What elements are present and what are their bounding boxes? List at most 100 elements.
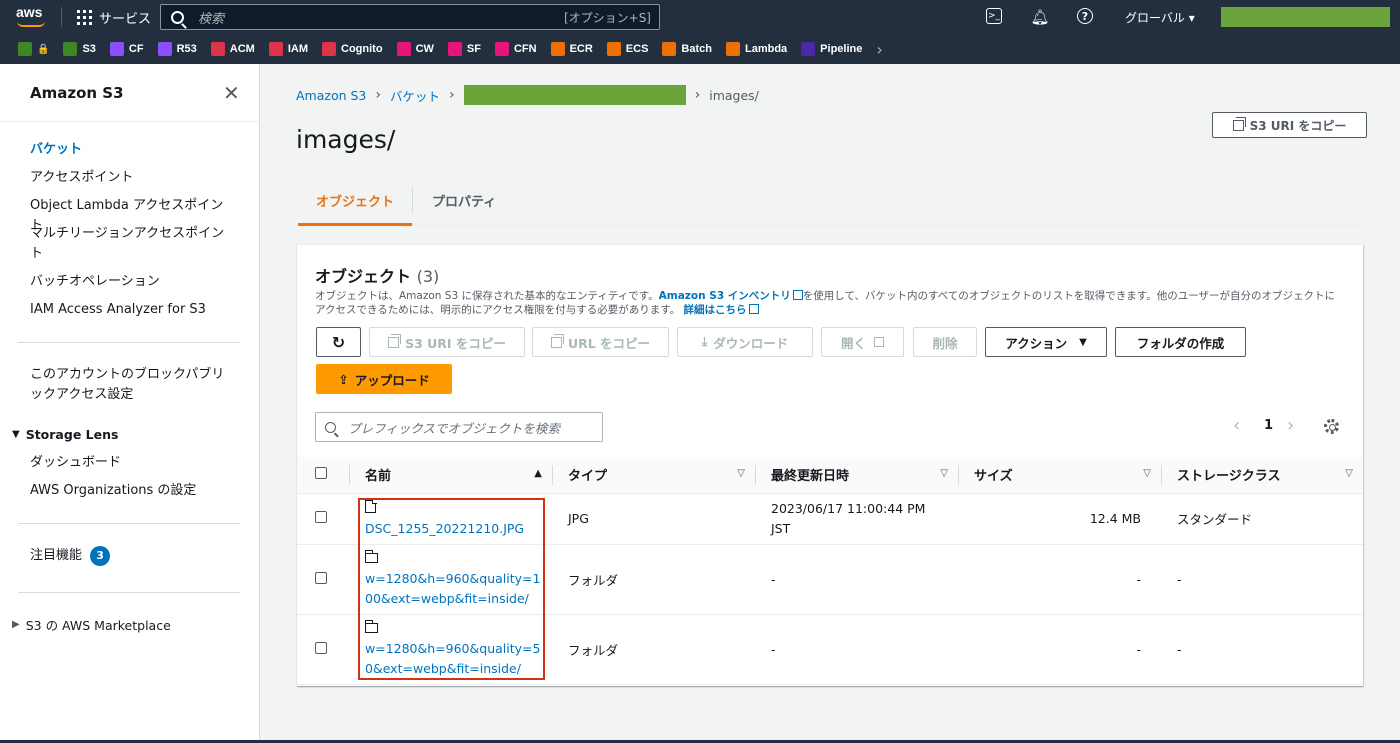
row-checkbox[interactable] — [315, 511, 327, 523]
refresh-button[interactable]: ↻ — [316, 327, 361, 357]
breadcrumb-buckets[interactable]: バケット — [390, 86, 440, 105]
column-header-name[interactable]: 名前 ▲ — [349, 457, 552, 494]
inventory-link[interactable]: Amazon S3 インベントリ — [659, 290, 791, 302]
column-header-size[interactable]: サイズ ▽ — [958, 457, 1161, 494]
favorite-cfn[interactable]: CFN — [494, 42, 537, 56]
favorite-cf[interactable]: CF — [109, 42, 144, 56]
row-checkbox[interactable] — [315, 641, 327, 654]
folder-name-line-1: w=1280&h=960&quality=5 — [365, 641, 541, 656]
favorite-cw[interactable]: CW — [396, 42, 434, 56]
favorite-s3[interactable]: S3 — [63, 42, 96, 56]
learn-more-link[interactable]: 詳細はこちら — [684, 304, 747, 316]
favorite-pipeline[interactable]: Pipeline — [801, 42, 862, 56]
column-storage-class-label: ストレージクラス — [1177, 469, 1281, 485]
name-cell: w=1280&h=960&quality=1 00&ext=webp&fit=in… — [349, 544, 552, 615]
notifications-bell-icon[interactable]: 🔔︎ — [1030, 8, 1049, 26]
aws-smile-icon — [17, 21, 45, 27]
download-button[interactable]: ⤓ ダウンロード — [677, 327, 813, 357]
folder-name-line-2: 00&ext=webp&fit=inside/ — [365, 591, 529, 606]
favorite-acm[interactable]: ACM — [210, 42, 255, 56]
marketplace-section[interactable]: ▶ S3 の AWS Marketplace — [12, 615, 171, 634]
sidebar-item-dashboard[interactable]: ダッシュボード — [30, 453, 230, 473]
sidebar-item-organizations[interactable]: AWS Organizations の設定 — [30, 481, 230, 501]
favorite-label: ECR — [569, 43, 593, 55]
previous-page-icon[interactable]: ‹ — [1233, 415, 1240, 436]
upload-label: アップロード — [354, 372, 430, 388]
help-icon[interactable]: ? — [1077, 8, 1093, 24]
copy-icon — [550, 333, 564, 348]
delete-button[interactable]: 削除 — [913, 327, 977, 357]
favorite-sf[interactable]: SF — [447, 42, 481, 56]
storage-lens-section[interactable]: ▼ Storage Lens — [12, 427, 118, 442]
sidebar-item-block-public-access[interactable]: このアカウントのブロックパブリックアクセス設定 — [30, 365, 230, 405]
divider — [552, 465, 553, 485]
current-page[interactable]: 1 — [1264, 418, 1273, 433]
favorite-cognito[interactable]: Cognito — [322, 42, 383, 56]
folder-link[interactable]: w=1280&h=960&quality=1 00&ext=webp&fit=in… — [365, 571, 540, 606]
column-header-type[interactable]: タイプ ▽ — [552, 457, 755, 494]
chevron-right-icon: › — [694, 87, 701, 103]
favorite-lambda[interactable]: Lambda — [725, 42, 787, 56]
sidebar-item-multi-region[interactable]: マルチリージョンアクセスポイント — [30, 224, 235, 264]
upload-icon: ⇪ — [338, 371, 349, 387]
favorite-label: CF — [128, 43, 144, 55]
divider — [1161, 465, 1162, 485]
row-select — [297, 493, 349, 545]
sidebar-item-buckets[interactable]: バケット — [30, 140, 230, 160]
folder-link[interactable]: w=1280&h=960&quality=5 0&ext=webp&fit=ins… — [365, 641, 540, 676]
favorite-service-0[interactable]: 🔒 — [18, 42, 49, 56]
sidebar-item-featured[interactable]: 注目機能 3 — [30, 546, 230, 566]
global-search-input[interactable]: 検索 [オプション+S] — [160, 4, 660, 30]
favorite-ecr[interactable]: ECR — [550, 42, 593, 56]
sidebar-item-batch-operations[interactable]: バッチオペレーション — [30, 272, 230, 292]
modified-cell: - — [755, 544, 958, 615]
modified-tz: JST — [771, 520, 791, 536]
breadcrumb-current: images/ — [709, 87, 759, 103]
aws-logo[interactable]: aws — [16, 4, 48, 30]
close-icon[interactable]: ✕ — [223, 81, 240, 105]
table-row[interactable]: DSC_1255_20221210.JPG JPG 2023/06/17 11:… — [297, 493, 1363, 545]
breadcrumb-bucket-redacted[interactable] — [463, 85, 686, 105]
breadcrumb-amazon-s3[interactable]: Amazon S3 — [296, 88, 366, 103]
actions-dropdown[interactable]: アクション ▼ — [985, 327, 1107, 357]
gear-icon[interactable] — [1324, 419, 1339, 434]
divider — [18, 592, 240, 593]
chevron-right-icon[interactable]: › — [876, 40, 882, 59]
select-all-checkbox[interactable] — [315, 466, 327, 479]
copy-url-button[interactable]: URL をコピー — [532, 327, 669, 357]
table-row[interactable]: w=1280&h=960&quality=5 0&ext=webp&fit=ins… — [297, 614, 1363, 685]
column-name-label: 名前 — [365, 469, 392, 485]
favorite-label: Cognito — [341, 43, 383, 55]
name-cell: w=1280&h=960&quality=5 0&ext=webp&fit=ins… — [349, 614, 552, 685]
column-header-modified[interactable]: 最終更新日時 ▽ — [755, 457, 958, 494]
favorite-batch[interactable]: Batch — [662, 42, 712, 56]
storage-lens-label: Storage Lens — [25, 427, 119, 442]
copy-s3-uri-button[interactable]: S3 URI をコピー — [369, 327, 525, 357]
region-selector[interactable]: グローバル ▾ — [1125, 9, 1195, 26]
upload-button[interactable]: ⇪ アップロード — [316, 364, 452, 394]
copy-s3-uri-button[interactable]: S3 URI をコピー — [1212, 112, 1367, 138]
next-page-icon[interactable]: › — [1287, 415, 1294, 436]
cloudshell-icon[interactable]: >_ — [986, 8, 1002, 24]
create-folder-button[interactable]: フォルダの作成 — [1115, 327, 1246, 357]
row-checkbox[interactable] — [315, 571, 327, 584]
open-button[interactable]: 開く — [821, 327, 904, 357]
account-menu-redacted[interactable] — [1221, 7, 1390, 27]
favorite-ecs[interactable]: ECS — [606, 42, 648, 56]
object-link[interactable]: DSC_1255_20221210.JPG — [365, 521, 524, 536]
favorite-iam[interactable]: IAM — [268, 42, 308, 56]
favorite-r53[interactable]: R53 — [157, 42, 197, 56]
sort-icon: ▽ — [1345, 468, 1353, 479]
object-search-input[interactable]: プレフィックスでオブジェクトを検索 — [315, 412, 603, 442]
service-icon — [606, 42, 621, 56]
table-row[interactable]: w=1280&h=960&quality=1 00&ext=webp&fit=in… — [297, 544, 1363, 615]
panel-description: オブジェクトは、Amazon S3 に保存された基本的なエンティティです。Ama… — [315, 289, 1345, 317]
tab-properties[interactable]: プロパティ — [432, 188, 496, 210]
tab-objects[interactable]: オブジェクト — [298, 188, 412, 226]
column-header-storage-class[interactable]: ストレージクラス ▽ — [1161, 457, 1363, 494]
download-icon: ⤓ — [701, 334, 708, 349]
sidebar-item-iam-analyzer[interactable]: IAM Access Analyzer for S3 — [30, 300, 230, 320]
sidebar-item-access-points[interactable]: アクセスポイント — [30, 168, 230, 188]
services-menu[interactable]: サービス — [77, 8, 151, 27]
search-icon — [171, 10, 184, 24]
